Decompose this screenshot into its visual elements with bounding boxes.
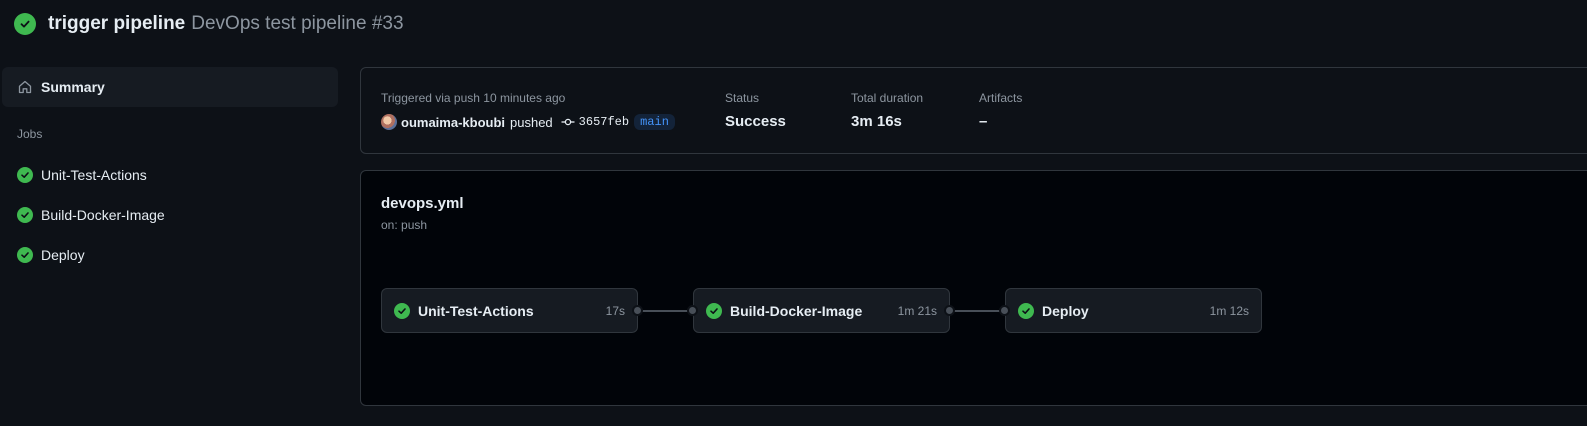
job-name: Deploy	[1042, 302, 1089, 319]
artifacts-value: –	[979, 113, 988, 130]
trigger-details: oumaima-kboubi pushed 3657feb main	[381, 114, 675, 130]
jobs-list: Unit-Test-Actions Build-Docker-Image Dep…	[2, 155, 338, 275]
success-check-icon	[14, 13, 36, 35]
commit-sha-link[interactable]: 3657feb	[579, 115, 629, 129]
duration-value: 3m 16s	[851, 113, 902, 130]
jobs-heading: Jobs	[17, 127, 43, 141]
push-action: pushed	[510, 114, 553, 130]
success-check-icon	[17, 167, 33, 183]
sidebar-item-label: Deploy	[41, 247, 85, 263]
workflow-trigger: on: push	[381, 218, 428, 232]
success-check-icon	[394, 302, 410, 319]
user-link[interactable]: oumaima-kboubi	[401, 115, 505, 130]
workflow-graph: devops.yml on: push Unit-Test-Actions 17…	[360, 170, 1587, 406]
job-node-deploy[interactable]: Deploy 1m 12s	[1005, 288, 1262, 333]
job-connector	[950, 310, 1005, 312]
job-duration: 1m 12s	[1209, 303, 1249, 318]
sidebar-item-build-docker-image[interactable]: Build-Docker-Image	[2, 195, 338, 235]
sidebar-item-unit-test-actions[interactable]: Unit-Test-Actions	[2, 155, 338, 195]
job-node-build-docker-image[interactable]: Build-Docker-Image 1m 21s	[693, 288, 950, 333]
job-duration: 1m 21s	[897, 303, 937, 318]
job-name: Unit-Test-Actions	[418, 302, 534, 319]
sidebar-item-label: Build-Docker-Image	[41, 207, 165, 223]
run-title: trigger pipeline	[48, 13, 186, 34]
avatar[interactable]	[381, 114, 397, 130]
success-check-icon	[706, 302, 722, 319]
connector-dot	[999, 305, 1010, 316]
job-connector	[638, 310, 693, 312]
success-check-icon	[1018, 302, 1034, 319]
sidebar-item-deploy[interactable]: Deploy	[2, 235, 338, 275]
job-duration: 17s	[605, 303, 625, 318]
workflow-file-name: devops.yml	[381, 195, 464, 212]
run-subtitle: DevOps test pipeline #33	[191, 13, 404, 34]
status-label: Status	[725, 91, 760, 105]
sidebar-item-label: Unit-Test-Actions	[41, 167, 147, 183]
status-value: Success	[725, 113, 786, 130]
connector-dot	[687, 305, 698, 316]
job-name: Build-Docker-Image	[730, 302, 863, 319]
trigger-text: Triggered via push 10 minutes ago	[381, 91, 566, 105]
duration-label: Total duration	[851, 91, 924, 105]
run-summary-card: Triggered via push 10 minutes ago oumaim…	[360, 67, 1587, 154]
connector-dot	[632, 305, 643, 316]
sidebar: Summary Jobs Unit-Test-Actions Build-Doc…	[2, 67, 338, 275]
success-check-icon	[17, 207, 33, 223]
connector-dot	[944, 305, 955, 316]
sidebar-item-summary[interactable]: Summary	[2, 67, 338, 107]
run-header: trigger pipeline DevOps test pipeline #3…	[14, 10, 404, 38]
branch-badge[interactable]: main	[634, 114, 675, 130]
job-node-unit-test-actions[interactable]: Unit-Test-Actions 17s	[381, 288, 638, 333]
git-commit-icon	[561, 117, 575, 127]
home-icon	[17, 79, 33, 95]
sidebar-item-label: Summary	[41, 79, 105, 95]
success-check-icon	[17, 247, 33, 263]
artifacts-label: Artifacts	[979, 91, 1023, 105]
